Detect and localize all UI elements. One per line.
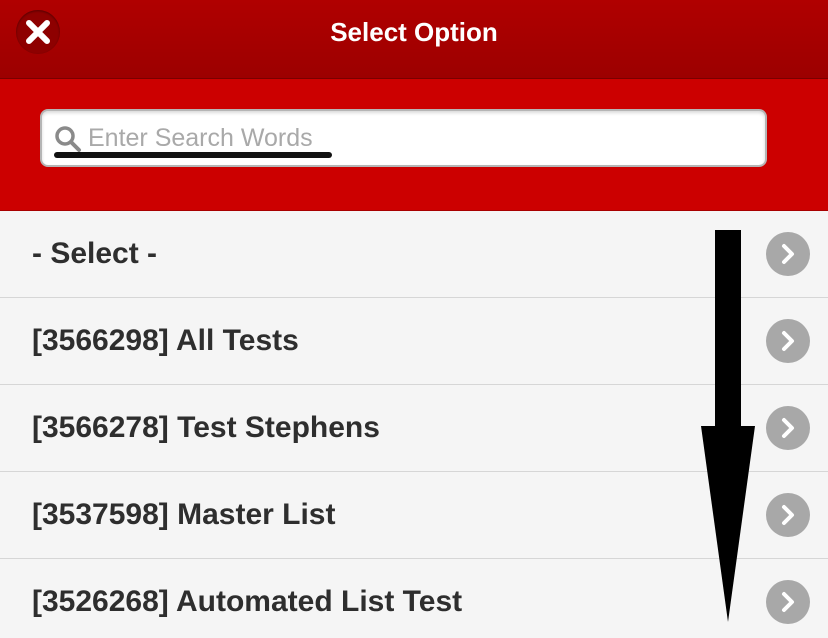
chevron-right-icon [766,319,810,363]
search-bar [0,79,828,211]
chevron-right-icon [766,493,810,537]
list-item-label: - Select - [32,237,158,270]
chevron-right-icon [766,406,810,450]
chevron-right-icon [766,580,810,624]
list-item-label: [3526268] Automated List Test [32,585,463,618]
title-bar: Select Option [0,0,828,79]
list-item-label: [3566278] Test Stephens [32,411,380,444]
annotation-underline [54,152,332,158]
chevron-right-icon [766,232,810,276]
list-item-label: [3537598] Master List [32,498,336,531]
search-icon [55,126,81,152]
page-title: Select Option [330,17,498,47]
search-box[interactable] [40,109,767,167]
list-item-label: [3566298] All Tests [32,324,299,357]
select-option-screen: Select Option - Select - [3566298] All T… [0,0,828,638]
scroll-down-arrow-annotation [701,230,755,622]
